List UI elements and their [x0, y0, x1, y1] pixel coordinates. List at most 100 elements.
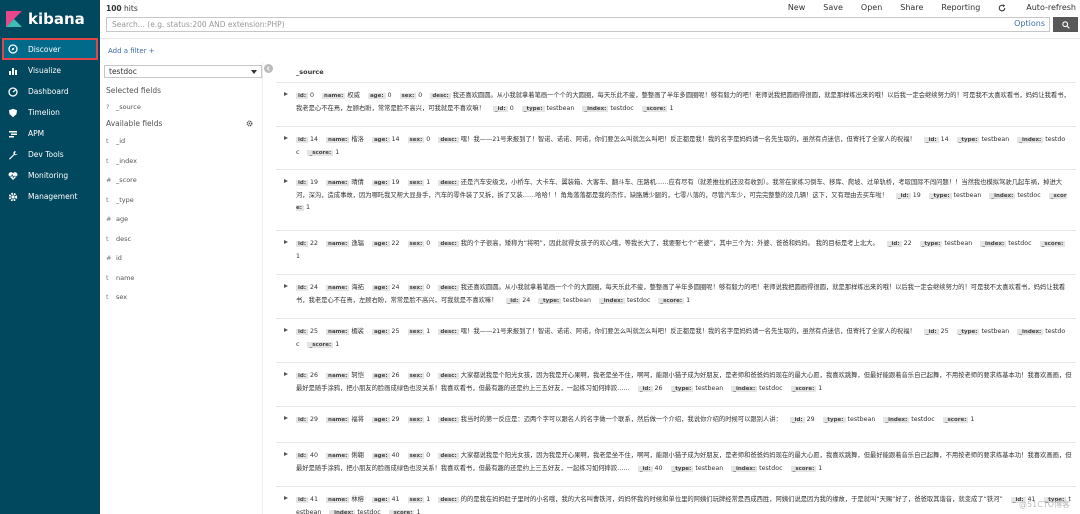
table-row[interactable]: id: 14 name: 楷洛 age: 14 sex: 0 desc: 嘿！我——21号来报到了…: [276, 126, 1076, 169]
field-key: desc:: [438, 241, 459, 247]
wrench-icon: [7, 149, 18, 160]
auto-refresh-button[interactable]: Auto-refresh: [998, 3, 1076, 12]
field-key: name:: [326, 453, 350, 459]
field-name: age: [116, 215, 129, 223]
field-value: 29: [391, 416, 400, 423]
table-row[interactable]: id: 22 name: 逸辐 age: 22 sex: 0 desc: 我的个子很高，矮称为“将…: [276, 230, 1076, 274]
collapse-sidebar-button[interactable]: [264, 64, 273, 73]
gear-icon: [7, 191, 18, 202]
field-value: 29: [806, 416, 815, 423]
field-item[interactable]: t name: [106, 274, 134, 282]
expand-row-icon[interactable]: [284, 496, 288, 500]
expand-row-icon[interactable]: [284, 136, 288, 140]
field-item[interactable]: t _index: [106, 157, 137, 165]
new-button[interactable]: New: [788, 3, 805, 12]
sidebar-item-discover[interactable]: Discover: [2, 38, 98, 60]
table-row[interactable]: id: 29 name: 福将 age: 29 sex: 1 desc: 我当时的第一反应是：迈两…: [276, 406, 1076, 442]
expand-row-icon[interactable]: [284, 452, 288, 456]
open-button[interactable]: Open: [861, 3, 882, 12]
field-value: 1: [335, 148, 340, 156]
reporting-button[interactable]: Reporting: [941, 3, 980, 12]
table-row[interactable]: id: 40 name: 俐翱 age: 40 sex: 0 desc: 大家都说我是个阳光女孩，…: [276, 442, 1076, 486]
table-row[interactable]: id: 0 name: 权威 age: 0 sex: 0 desc: 我还喜欢圆圆。从小我就拿着笔…: [276, 82, 1076, 126]
field-key: _index:: [329, 509, 356, 514]
sidebar-item-monitoring[interactable]: Monitoring: [0, 165, 100, 186]
filter-bar: Add a filter +: [100, 38, 1080, 62]
sidebar-item-dev-tools[interactable]: Dev Tools: [0, 144, 100, 165]
field-value: 林榕: [351, 496, 364, 503]
expand-row-icon[interactable]: [284, 328, 288, 332]
share-button[interactable]: Share: [900, 3, 923, 12]
expand-row-icon[interactable]: [284, 92, 288, 96]
field-key: desc:: [438, 373, 459, 379]
table-row[interactable]: id: 26 name: 轲恺 age: 26 sex: 0 desc: 大家都说我是个阳光女孩，…: [276, 362, 1076, 406]
apm-icon: [7, 128, 18, 139]
field-key: _index:: [989, 192, 1016, 199]
field-value: 楷洛: [351, 136, 364, 143]
index-pattern-select[interactable]: testdoc: [104, 65, 262, 78]
sidebar-item-dashboard[interactable]: Dashboard: [0, 81, 100, 102]
field-value: 14: [391, 136, 400, 143]
expand-row-icon[interactable]: [284, 416, 288, 420]
field-value: 0: [426, 240, 431, 247]
document-source: id: 41 name: 林榕 age: 41 sex: 1 desc: 的的是我在妈妈肚子里时的…: [296, 494, 1072, 514]
options-link[interactable]: Options: [1014, 19, 1045, 28]
expand-row-icon[interactable]: [284, 372, 288, 376]
field-item[interactable]: # age: [106, 215, 128, 223]
field-value: 1: [335, 340, 340, 348]
field-value: 24: [522, 296, 531, 304]
sidebar-item-apm[interactable]: APM: [0, 123, 100, 144]
field-value: 25: [391, 328, 400, 335]
document-table: _source id: 0 name: 权威 age: 0 sex: 0 desc: 我还喜欢圆圆…: [276, 62, 1080, 514]
field-key: _id:: [895, 192, 911, 199]
field-value: 轲恺: [351, 372, 364, 379]
document-source: id: 24 name: 海拓 age: 24 sex: 0 desc: 我还喜欢圆圆。从小我就拿…: [296, 282, 1072, 307]
field-value: 26: [391, 372, 400, 379]
field-value: testdoc: [1017, 191, 1041, 199]
sidebar-item-visualize[interactable]: Visualize: [0, 60, 100, 81]
refresh-icon: [999, 3, 1006, 11]
field-item[interactable]: t _type: [106, 196, 134, 204]
kibana-logo[interactable]: kibana: [0, 0, 100, 38]
field-item[interactable]: # _score: [106, 176, 137, 184]
caret-down-icon: [251, 70, 257, 74]
field-key: sex:: [407, 453, 425, 459]
table-row[interactable]: id: 41 name: 林榕 age: 41 sex: 1 desc: 的的是我在妈妈肚子里时的…: [276, 486, 1076, 514]
field-key: _score:: [942, 417, 969, 423]
field-item[interactable]: # id: [106, 254, 122, 262]
sidebar-item-management[interactable]: Management: [0, 186, 100, 207]
field-value: 权威: [347, 92, 360, 99]
sidebar-item-timelion[interactable]: Timelion: [0, 102, 100, 123]
field-key: _type:: [956, 329, 980, 335]
field-item[interactable]: t sex: [106, 293, 127, 301]
field-name: _id: [116, 137, 126, 145]
expand-row-icon[interactable]: [284, 240, 288, 244]
table-row[interactable]: id: 24 name: 海拓 age: 24 sex: 0 desc: 我还喜欢圆圆。从小我就拿…: [276, 274, 1076, 318]
field-item[interactable]: ? _source: [106, 103, 141, 111]
field-key: id:: [296, 93, 309, 99]
field-key: id:: [296, 329, 309, 335]
field-key: age:: [371, 329, 390, 335]
gear-icon[interactable]: [246, 120, 253, 127]
field-value: 26: [310, 372, 319, 379]
field-value: 我当时的第一反应是：迈两个字可以跟名人的名字做一个联系，然后做一个介绍，我说你介…: [460, 416, 782, 423]
field-value: 俐翱: [351, 452, 364, 459]
save-button[interactable]: Save: [823, 3, 843, 12]
top-bar: 100 hits New Save Open Share Reporting A…: [100, 0, 1080, 38]
field-value: 41: [310, 496, 319, 503]
field-key: name:: [326, 180, 350, 186]
search-input[interactable]: Search... (e.g. status:200 AND extension…: [106, 17, 1050, 32]
kibana-logo-icon: [6, 11, 22, 27]
expand-row-icon[interactable]: [284, 179, 288, 183]
field-name: desc: [116, 234, 132, 243]
expand-row-icon[interactable]: [284, 284, 288, 288]
field-item[interactable]: t _id: [106, 137, 125, 145]
sidebar-item-label: APM: [28, 129, 45, 138]
add-filter-button[interactable]: Add a filter +: [108, 47, 155, 55]
table-row[interactable]: id: 19 name: 晴倩 age: 19 sex: 1 desc: 还是汽车安级戈，小桥车、…: [276, 169, 1076, 230]
field-item[interactable]: t desc: [106, 235, 131, 243]
field-key: _type:: [956, 137, 980, 143]
table-row[interactable]: id: 25 name: 楣裟 age: 25 sex: 1 desc: 嘿！我——21号来报到了…: [276, 318, 1076, 362]
search-button[interactable]: [1053, 17, 1078, 32]
field-key: desc:: [438, 417, 459, 423]
